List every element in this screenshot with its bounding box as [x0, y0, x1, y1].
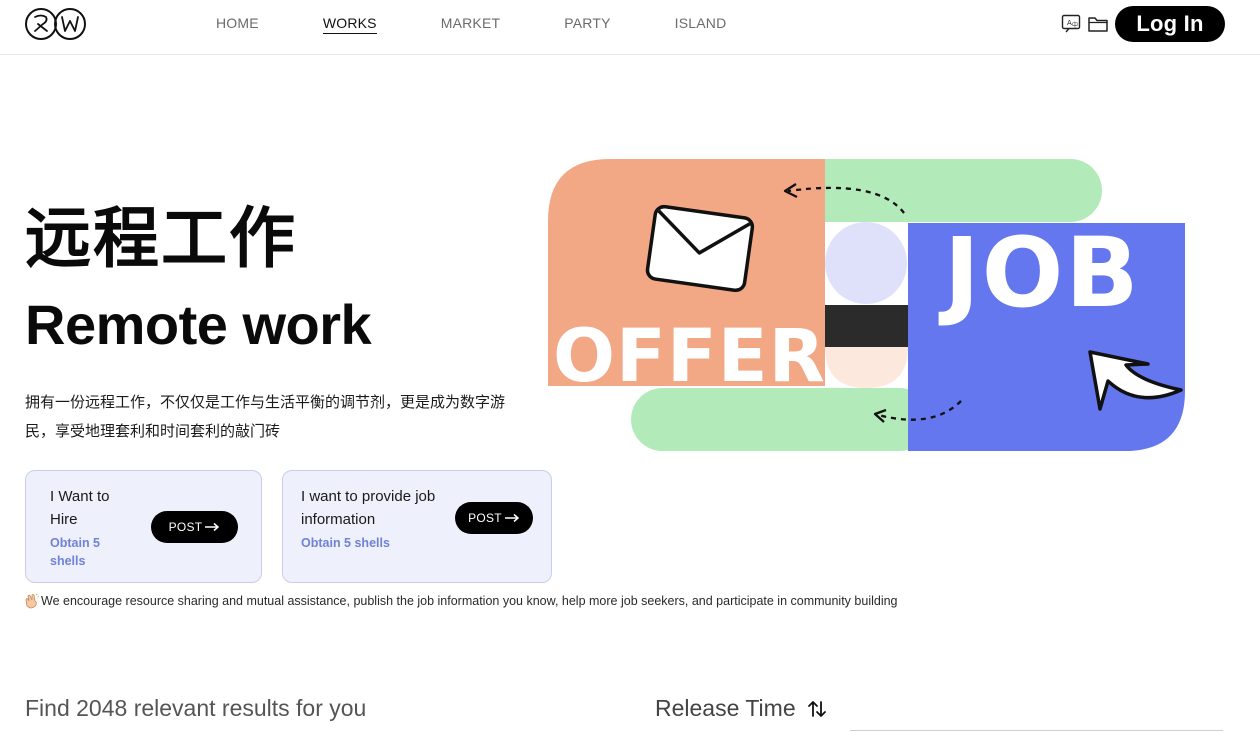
arrow-right-icon — [205, 522, 220, 532]
rw-logo[interactable] — [25, 7, 87, 41]
page-title-en: Remote work — [25, 293, 372, 356]
nav-home[interactable]: HOME — [216, 15, 259, 34]
illustration-cream-half — [825, 347, 908, 388]
folder-icon[interactable] — [1087, 14, 1109, 34]
hire-card-reward: Obtain 5 shells — [50, 536, 101, 568]
top-header: HOME WORKS MARKET PARTY ISLAND A 中 Log I… — [0, 0, 1260, 55]
nav-party[interactable]: PARTY — [564, 15, 610, 34]
hire-card: I Want to Hire Obtain 5 shells POST — [25, 470, 262, 583]
arrow-right-icon — [504, 513, 520, 523]
hire-post-button[interactable]: POST — [151, 511, 238, 543]
illustration-dark-bar — [825, 305, 908, 347]
nav-market[interactable]: MARKET — [441, 15, 501, 34]
community-notice: We encourage resource sharing and mutual… — [24, 593, 898, 609]
sort-release-time[interactable]: Release Time — [655, 695, 796, 722]
search-field-underline[interactable] — [850, 730, 1223, 731]
hero-description: 拥有一份远程工作，不仅仅是工作与生活平衡的调节剂，更是成为数字游民，享受地理套利… — [25, 393, 506, 440]
main-nav: HOME WORKS MARKET PARTY ISLAND — [216, 15, 790, 34]
translate-icon[interactable]: A 中 — [1061, 14, 1083, 34]
login-button[interactable]: Log In — [1115, 6, 1225, 42]
envelope-icon — [645, 204, 755, 293]
nav-island[interactable]: ISLAND — [675, 15, 727, 34]
sort-icon[interactable] — [806, 699, 828, 719]
nav-works[interactable]: WORKS — [322, 15, 377, 34]
offer-word: OFFER — [553, 314, 826, 399]
job-info-card: I want to provide job information Obtain… — [282, 470, 552, 583]
job-word: JOB — [938, 217, 1141, 329]
post-button-label: POST — [468, 511, 502, 525]
job-info-post-button[interactable]: POST — [455, 502, 533, 534]
page-title-zh: 远程工作 — [25, 200, 297, 277]
job-info-card-title: I want to provide job information — [301, 488, 436, 528]
job-info-card-reward: Obtain 5 shells — [301, 536, 390, 550]
offer-job-illustration: OFFER JOB — [548, 159, 1185, 451]
svg-text:中: 中 — [1072, 21, 1078, 29]
illustration-lavender-circle — [825, 222, 907, 304]
results-count: Find 2048 relevant results for you — [25, 695, 367, 721]
clapping-hands-icon — [25, 593, 40, 609]
notice-text: We encourage resource sharing and mutual… — [41, 594, 898, 608]
post-button-label: POST — [168, 520, 203, 534]
hire-card-title: I Want to Hire — [50, 488, 110, 528]
